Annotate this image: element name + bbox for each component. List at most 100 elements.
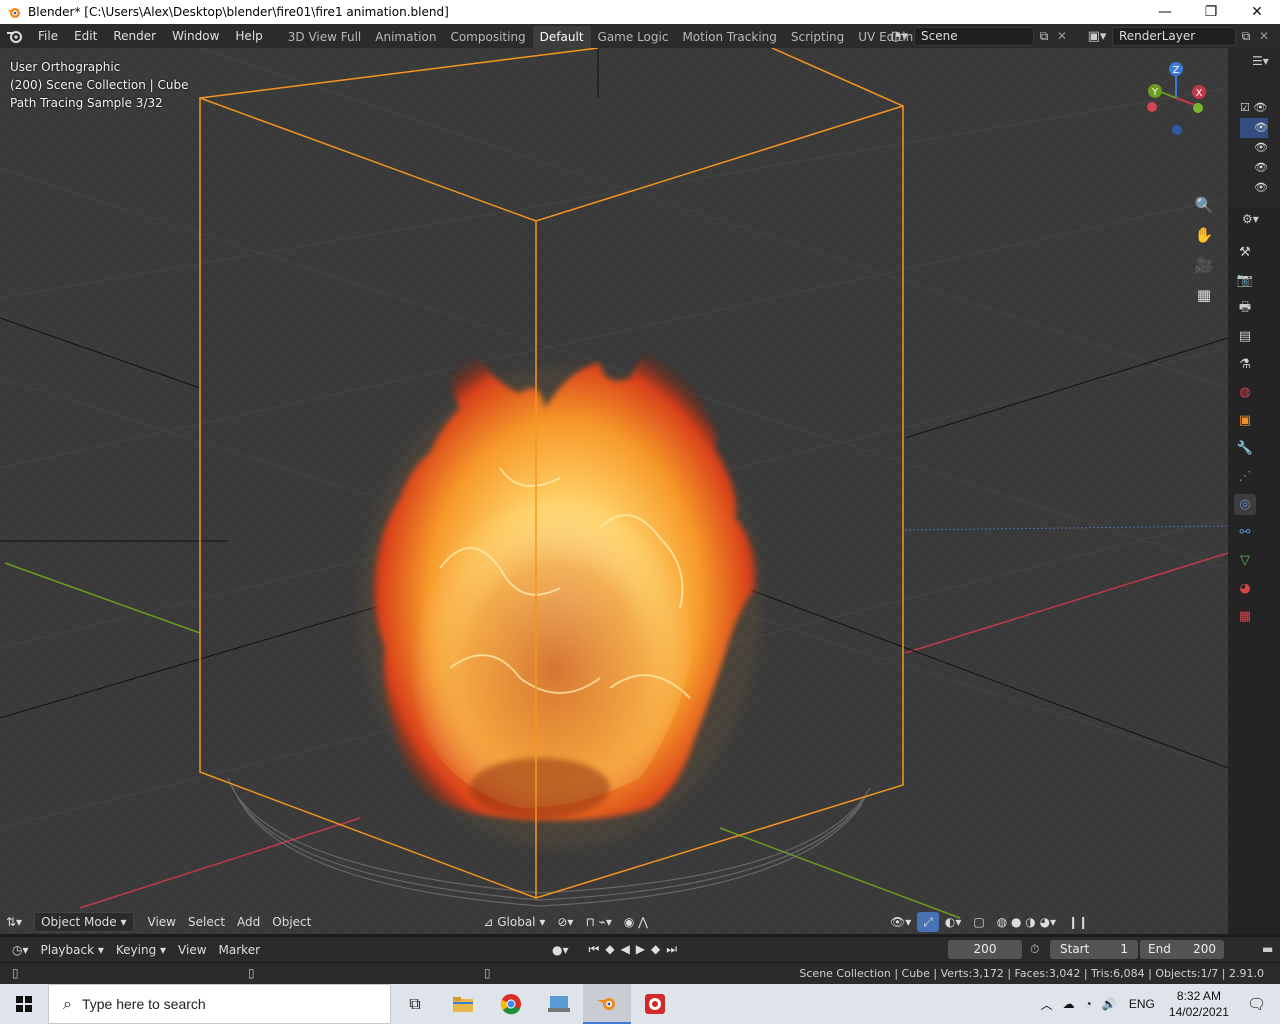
view-layer-name-field[interactable]: RenderLayer xyxy=(1112,26,1236,46)
menu-window[interactable]: Window xyxy=(164,24,227,48)
record-button[interactable]: ●▾ xyxy=(546,943,575,957)
overlay-toggle-icon[interactable]: ◐▾ xyxy=(939,912,968,932)
world-tab-icon[interactable]: ◍ xyxy=(1234,382,1256,403)
ortho-grid-icon[interactable]: ▦ xyxy=(1192,284,1216,306)
gizmo-toggle-icon[interactable]: ⤢ xyxy=(917,912,939,932)
menu-marker[interactable]: Marker xyxy=(213,943,266,957)
view-layer-icon[interactable]: ▣▾ xyxy=(1082,29,1112,44)
material-tab-icon[interactable]: ◕ xyxy=(1234,578,1256,599)
remove-view-layer-icon[interactable]: ✕ xyxy=(1256,29,1272,43)
camera-icon[interactable]: 🎥 xyxy=(1192,254,1216,276)
tab-animation[interactable]: Animation xyxy=(368,26,443,48)
language-indicator[interactable]: ENG xyxy=(1129,997,1155,1011)
menu-file[interactable]: File xyxy=(30,24,66,48)
eye-icon[interactable]: 👁 xyxy=(1240,158,1268,178)
start-value: 1 xyxy=(1120,942,1128,956)
shading-modes-icon[interactable]: ◍ ● ◑ ◕▾ xyxy=(991,912,1062,932)
menu-render[interactable]: Render xyxy=(105,24,164,48)
visibility-icon[interactable]: 👁▾ xyxy=(884,912,917,932)
taskbar-search-box[interactable]: ⌕ Type here to search xyxy=(48,984,391,1024)
volume-icon[interactable]: 🔊 xyxy=(1102,997,1117,1011)
tab-scripting[interactable]: Scripting xyxy=(784,26,851,48)
mode-dropdown[interactable]: Object Mode ▾ xyxy=(34,912,134,932)
texture-tab-icon[interactable]: ▦ xyxy=(1234,606,1256,627)
physics-tab-icon[interactable]: ◎ xyxy=(1234,494,1256,515)
constraints-tab-icon[interactable]: ⚯ xyxy=(1234,522,1256,543)
restore-button[interactable]: ❐ xyxy=(1188,0,1234,24)
play-reverse-icon[interactable]: ◀ xyxy=(621,942,636,956)
blender-logo-icon[interactable] xyxy=(0,24,30,48)
output-tab-icon[interactable]: 🖶 xyxy=(1234,298,1256,319)
menu-playback[interactable]: Playback ▾ xyxy=(35,943,110,957)
data-tab-icon[interactable]: ▽ xyxy=(1234,550,1256,571)
outliner-filter-icon[interactable]: ☰▾ xyxy=(1252,54,1269,68)
view-layer-tab-icon[interactable]: ▤ xyxy=(1234,326,1256,347)
windows-start-icon[interactable] xyxy=(0,984,48,1024)
task-view-icon[interactable]: ⧉ xyxy=(391,984,439,1024)
prev-keyframe-icon[interactable]: ◆ xyxy=(605,942,620,956)
computer-app-icon[interactable] xyxy=(535,984,583,1024)
tab-3d-view-full[interactable]: 3D View Full xyxy=(281,26,369,48)
close-button[interactable]: ✕ xyxy=(1234,0,1280,24)
chrome-icon[interactable] xyxy=(487,984,535,1024)
new-view-layer-icon[interactable]: ⧉ xyxy=(1236,29,1256,44)
file-explorer-icon[interactable] xyxy=(439,984,487,1024)
timeline-menu-view[interactable]: View xyxy=(172,943,212,957)
menu-help[interactable]: Help xyxy=(227,24,270,48)
collection-checkbox-icon[interactable]: ☑ 👁 xyxy=(1240,98,1268,118)
properties-editor-type-icon[interactable]: ⚙▾ xyxy=(1242,212,1259,226)
menu-add[interactable]: Add xyxy=(231,912,266,932)
eye-icon[interactable]: 👁 xyxy=(1240,178,1268,198)
menu-select[interactable]: Select xyxy=(182,912,231,932)
eye-icon[interactable]: 👁 xyxy=(1240,138,1268,158)
minimize-button[interactable]: — xyxy=(1142,0,1188,24)
onedrive-icon[interactable]: ☁ xyxy=(1063,997,1075,1011)
outliner-row-selected[interactable]: 👁 xyxy=(1240,118,1268,138)
editor-type-icon[interactable]: ⇅▾ xyxy=(0,912,28,932)
modifier-tab-icon[interactable]: 🔧 xyxy=(1234,438,1256,459)
menu-object[interactable]: Object xyxy=(266,912,317,932)
scene-name-field[interactable]: Scene xyxy=(914,26,1034,46)
network-icon[interactable]: ◔ xyxy=(1085,997,1092,1011)
start-frame-field[interactable]: Start 1 xyxy=(1050,940,1138,959)
tool-tab-icon[interactable]: ⚒ xyxy=(1234,242,1256,263)
play-icon[interactable]: ▶ xyxy=(636,942,651,956)
object-tab-icon[interactable]: ▣ xyxy=(1234,410,1256,431)
scene-tab-icon[interactable]: ⚗ xyxy=(1234,354,1256,375)
notifications-icon[interactable]: 🗨 xyxy=(1247,995,1266,1013)
new-scene-icon[interactable]: ⧉ xyxy=(1034,29,1054,44)
orientation-dropdown[interactable]: ⊿ Global ▾ xyxy=(477,912,551,932)
menu-edit[interactable]: Edit xyxy=(66,24,105,48)
render-tab-icon[interactable]: 📷 xyxy=(1234,270,1256,291)
xray-icon[interactable]: ▢ xyxy=(967,912,990,932)
jump-end-icon[interactable]: ⏭ xyxy=(666,942,683,956)
remove-scene-icon[interactable]: ✕ xyxy=(1054,29,1070,43)
next-keyframe-icon[interactable]: ◆ xyxy=(651,942,666,956)
snap-icon[interactable]: ⊓ ⌁▾ xyxy=(579,912,617,932)
stopwatch-icon[interactable]: ⏱ xyxy=(1030,942,1039,957)
particles-tab-icon[interactable]: ⋰ xyxy=(1234,466,1256,487)
show-hidden-icons[interactable]: ︿ xyxy=(1041,996,1053,1013)
security-app-icon[interactable] xyxy=(631,984,679,1024)
zoom-icon[interactable]: 🔍 xyxy=(1192,194,1216,216)
outliner-panel[interactable]: ☰▾ ☑ 👁 👁 👁 👁 👁 xyxy=(1228,48,1280,208)
pause-render-icon[interactable]: ❙❙ xyxy=(1062,912,1094,932)
3d-viewport[interactable]: Z Y X User Orthographic (200) Scene Coll… xyxy=(0,48,1228,934)
proportional-edit-icon[interactable]: ◉ ⋀ xyxy=(618,912,654,932)
tab-motion-tracking[interactable]: Motion Tracking xyxy=(675,26,783,48)
blender-taskbar-icon[interactable] xyxy=(583,984,631,1024)
pan-hand-icon[interactable]: ✋ xyxy=(1192,224,1216,246)
pivot-icon[interactable]: ⊘▾ xyxy=(551,912,579,932)
jump-start-icon[interactable]: ⏮ xyxy=(589,942,606,956)
timeline-editor-type-icon[interactable]: ◷▾ xyxy=(6,943,35,957)
tab-default[interactable]: Default xyxy=(532,26,591,48)
tab-compositing[interactable]: Compositing xyxy=(443,26,532,48)
current-frame-field[interactable]: 200 xyxy=(948,940,1022,959)
scene-icon[interactable]: ◔▾ xyxy=(884,29,914,44)
folder-icon[interactable]: ▬ xyxy=(1262,942,1273,956)
menu-view[interactable]: View xyxy=(142,912,182,932)
tab-game-logic[interactable]: Game Logic xyxy=(591,26,676,48)
menu-keying[interactable]: Keying ▾ xyxy=(110,943,172,957)
end-frame-field[interactable]: End 200 xyxy=(1140,940,1224,959)
clock[interactable]: 8:32 AM 14/02/2021 xyxy=(1169,988,1229,1020)
